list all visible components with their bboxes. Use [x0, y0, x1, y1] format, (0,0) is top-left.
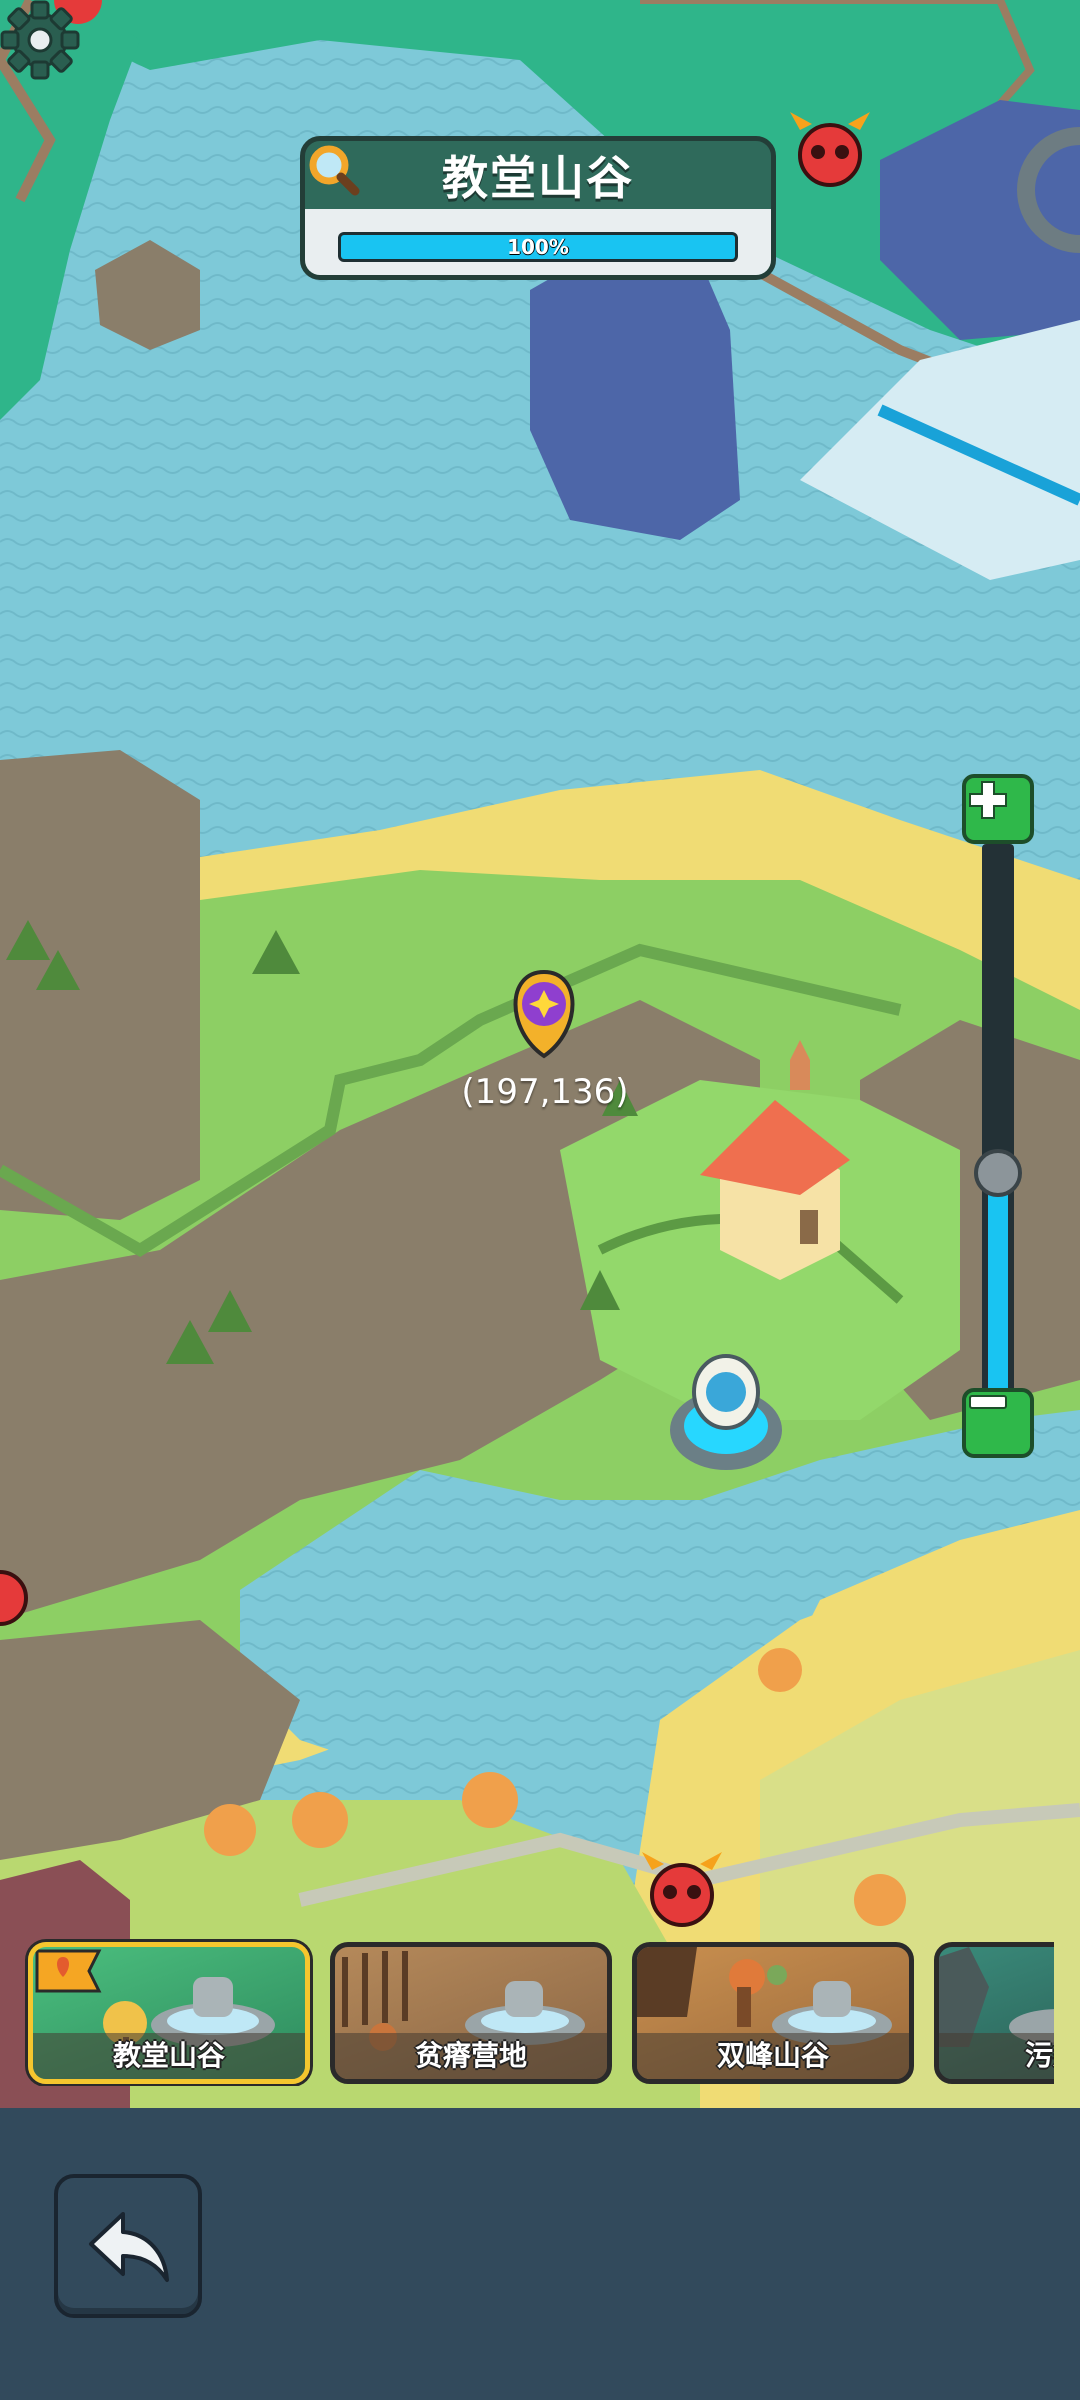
region-card-label: 双峰山谷 [637, 2033, 909, 2079]
zoom-out-button[interactable] [962, 1388, 1034, 1458]
coordinate-label: (197,136) [461, 1072, 629, 1112]
zoom-slider-track[interactable] [982, 844, 1014, 1392]
zoom-in-button[interactable] [962, 774, 1034, 844]
region-progress-bar: 100% [338, 232, 738, 262]
back-arrow-icon [89, 2212, 169, 2282]
current-location-flag-icon [35, 1949, 102, 1993]
zoom-slider-handle[interactable] [974, 1148, 1022, 1197]
region-card-label: 教堂山谷 [33, 2033, 305, 2079]
plus-icon [969, 781, 1007, 819]
region-banner: 教堂山谷 100% [300, 136, 776, 280]
region-card-barren-camp[interactable]: 贫瘠营地 [330, 1942, 612, 2084]
region-card-chapel-valley[interactable]: 教堂山谷 [28, 1942, 310, 2084]
progress-text: 100% [507, 235, 569, 259]
region-card-label: 贫瘠营地 [335, 2033, 607, 2079]
zoom-slider-fill [988, 1172, 1008, 1392]
region-selector[interactable]: 教堂山谷 贫瘠营地 双峰山谷 污 [0, 1930, 1054, 2086]
world-map[interactable]: 教堂山谷 100% (197,136) 教堂山谷 贫瘠营地 双峰山谷 污 [0, 0, 1080, 2108]
back-button[interactable] [54, 2174, 202, 2318]
gear-icon[interactable] [0, 0, 80, 80]
region-card-twin-peaks-valley[interactable]: 双峰山谷 [632, 1942, 914, 2084]
minus-icon [969, 1395, 1007, 1409]
region-card-polluted[interactable]: 污染 [934, 1942, 1054, 2084]
map-terrain [0, 0, 1080, 2108]
region-title: 教堂山谷 [442, 151, 634, 205]
region-card-label: 污染 [939, 2033, 1054, 2079]
magnifier-icon[interactable] [305, 141, 361, 197]
